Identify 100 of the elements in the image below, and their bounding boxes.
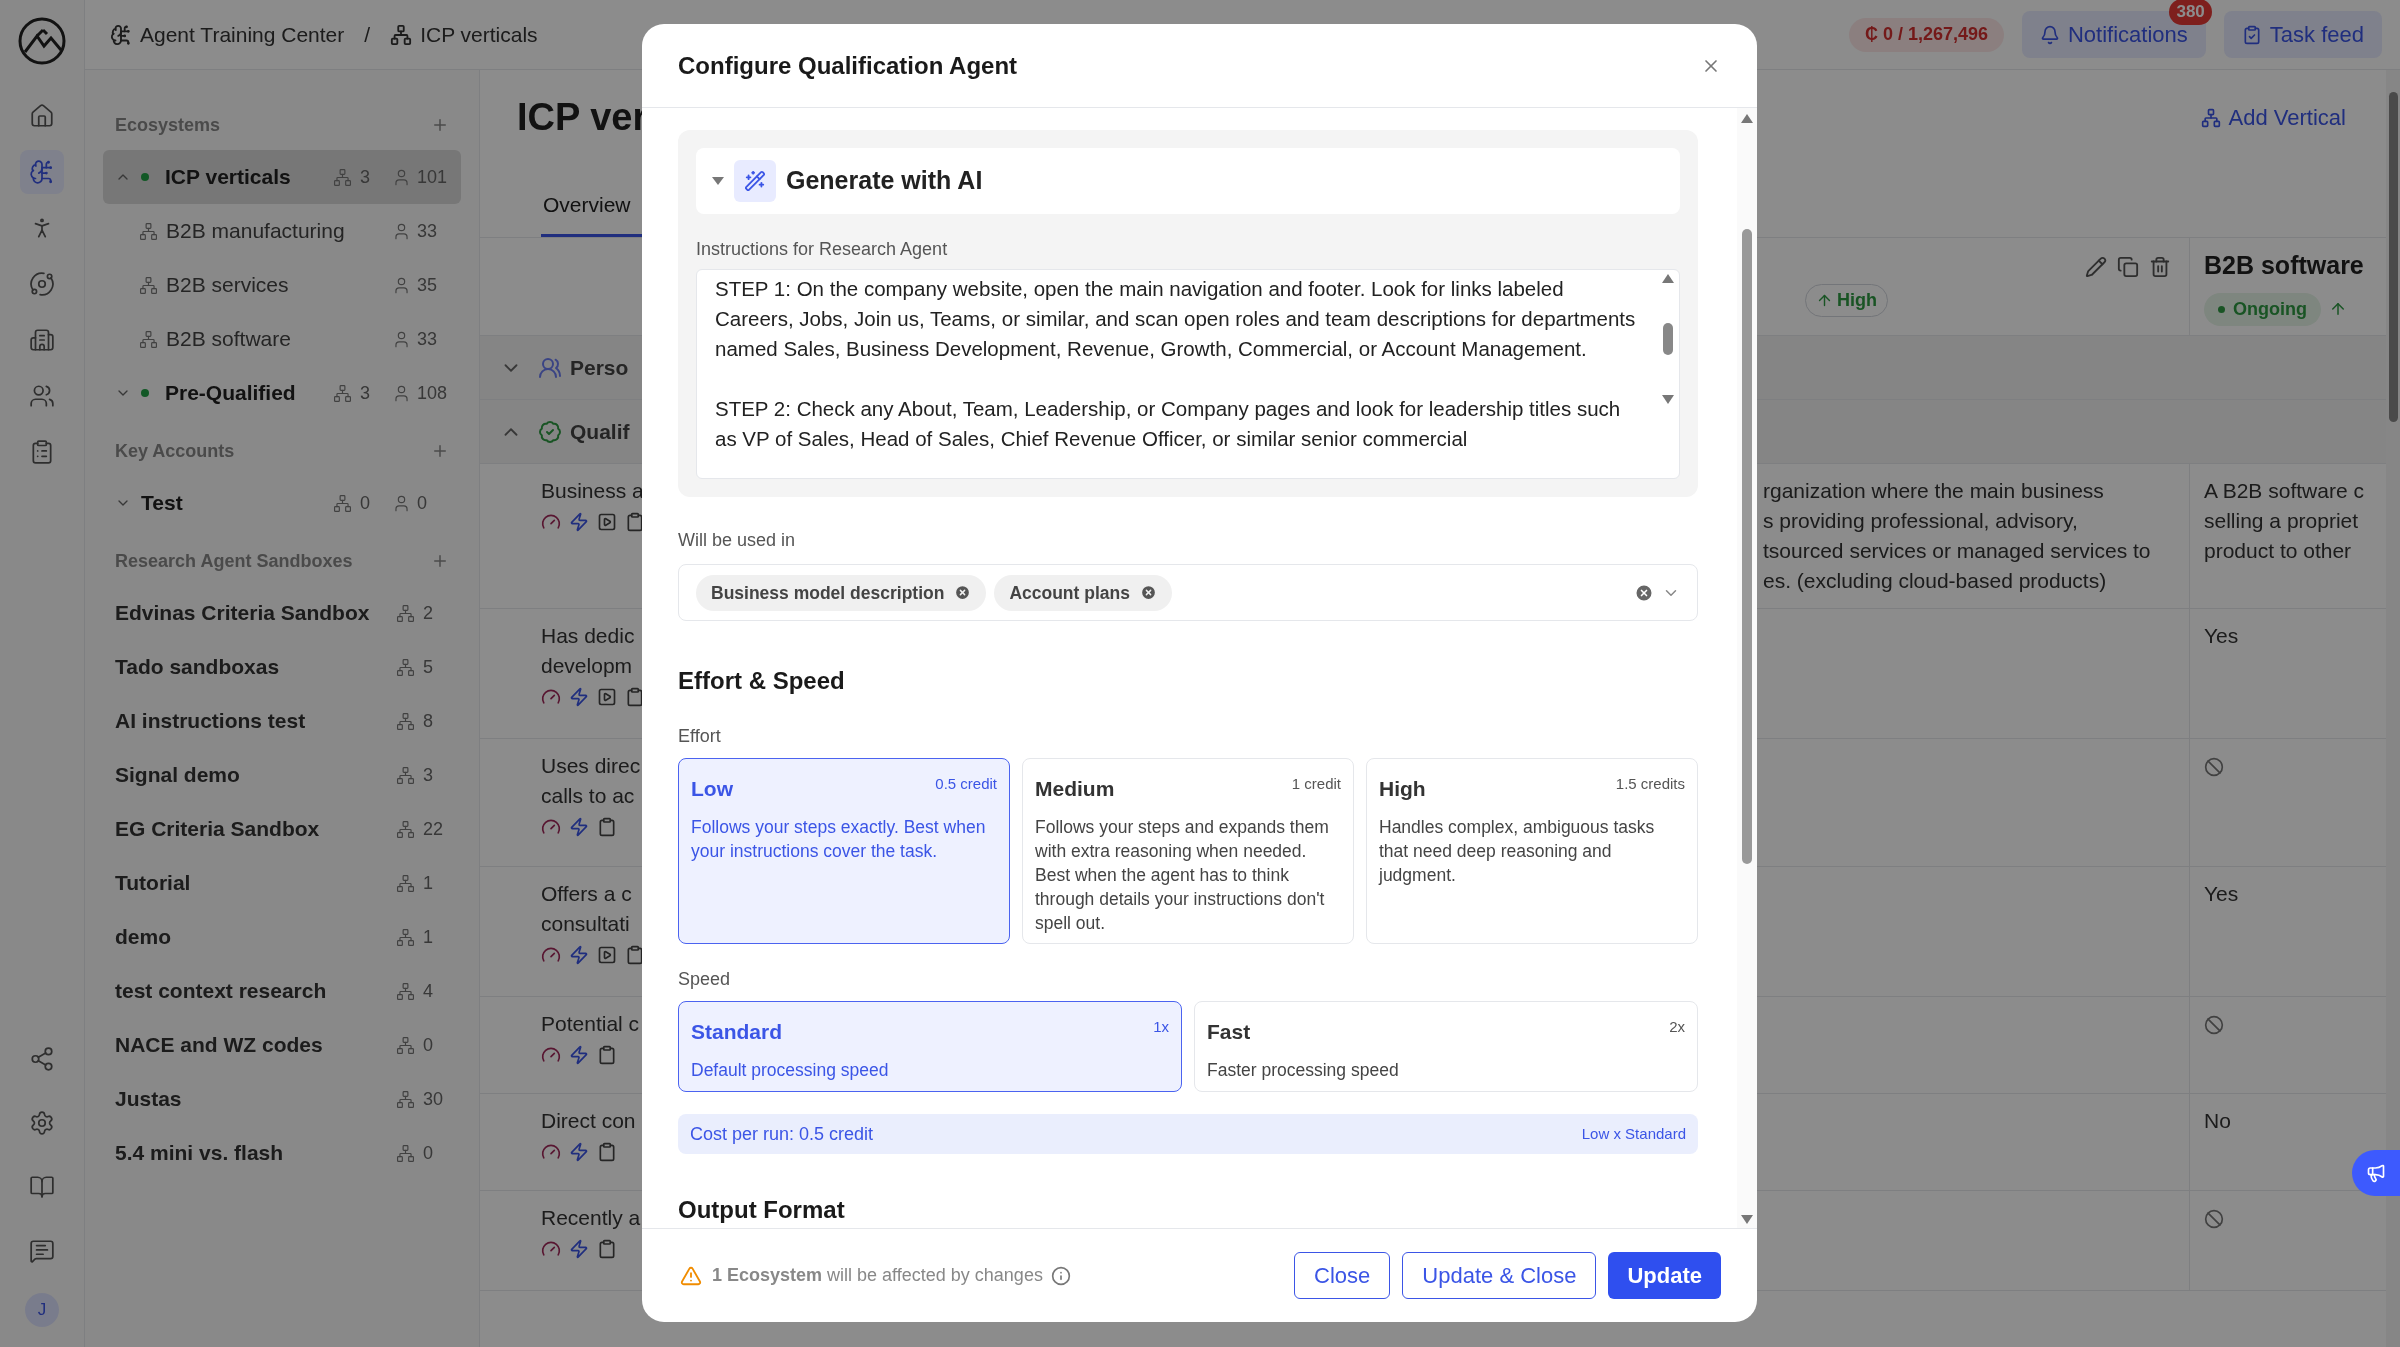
logo-icon[interactable] [17,16,67,66]
trash-icon[interactable] [2149,256,2171,278]
hierarchy-icon [333,167,352,187]
scrollbar-thumb[interactable] [1663,323,1673,355]
gauge-icon[interactable] [541,687,561,707]
selected-chip[interactable]: Account plans [994,574,1172,611]
not-applicable-icon [2204,1209,2224,1229]
sidebar-item[interactable]: ICP verticals 3 101 [103,150,461,204]
scroll-down-arrow-icon[interactable] [1662,395,1674,404]
person-icon [392,383,411,403]
footer-button[interactable]: Update [1608,1252,1721,1299]
group-count: 30 [423,1087,445,1111]
breadcrumb-separator: / [364,21,371,48]
cell-text: selling a propriet [2204,508,2360,534]
hierarchy-icon [139,221,158,241]
item-label: B2B manufacturing [166,218,345,245]
scrollbar-thumb[interactable] [1742,229,1752,864]
brain-icon[interactable] [20,150,64,194]
remove-icon[interactable] [1139,584,1157,602]
hierarchy-icon [396,819,415,839]
option-cost: 1.5 credits [1615,774,1685,795]
option-cost: 0.5 credit [935,774,997,795]
scroll-up-arrow-icon[interactable] [1662,274,1674,283]
edit-icon[interactable] [2085,256,2107,278]
generate-section-header[interactable]: Generate with AI [696,148,1680,214]
bolt-icon[interactable] [569,945,589,965]
sidebar-item[interactable]: B2B services 35 [103,258,461,312]
caret-down-icon [712,177,724,185]
option-card[interactable]: Medium 1 credit Follows your steps and expands them with extra reasoning when needed. Best when the agent has to think through details your instructions don't spell out. [1022,758,1354,945]
group-count: 3 [360,381,371,405]
item-label: ICP verticals [165,164,291,191]
option-description: Handles complex, ambiguous tasks that need deep reasoning and judgment. [1379,816,1656,887]
hierarchy-icon [2200,107,2221,128]
option-card[interactable]: Fast 2x Faster processing speed [1194,1001,1698,1093]
clipboard-icon[interactable] [597,1045,617,1065]
cell-text: es. (excluding cloud-based products) [1763,568,2108,594]
cell-text: No [2204,1108,2232,1134]
gauge-icon[interactable] [541,1239,561,1259]
multi-select-field[interactable]: Business model description Account plans [678,564,1698,622]
clipboard-icon[interactable] [625,945,645,965]
group-count: 22 [423,817,445,841]
people-count: 108 [417,381,449,405]
group-count: 0 [423,1033,434,1057]
bolt-icon[interactable] [569,1239,589,1259]
option-card[interactable]: Low 0.5 credit Follows your steps exactly. Best when your instructions cover the task. [678,758,1010,945]
clipboard-icon[interactable] [597,817,617,837]
bolt-icon[interactable] [569,1142,589,1162]
field-label: Instructions for Research Agent [696,238,949,261]
option-description: Follows your steps and expands them with extra reasoning when needed. Best when the agent has to think through details your instructions don't spell out. [1035,816,1330,935]
megaphone-icon [2366,1163,2386,1183]
remove-icon[interactable] [954,584,972,602]
scroll-up-arrow-icon[interactable] [1741,114,1753,123]
notification-count-badge: 380 [2169,0,2212,25]
sidebar-item[interactable]: B2B software 33 [103,312,461,366]
scroll-down-arrow-icon[interactable] [1741,1215,1753,1224]
cell-text: product to other [2204,538,2353,564]
announcement-button[interactable] [2352,1150,2400,1196]
bolt-icon[interactable] [569,687,589,707]
gauge-icon[interactable] [541,1045,561,1065]
hierarchy-icon [396,765,415,785]
preview-icon[interactable] [597,512,617,532]
option-card[interactable]: High 1.5 credits Handles complex, ambiguous tasks that need deep reasoning and judgment. [1366,758,1698,945]
dialog-title: Configure Qualification Agent [678,50,1018,81]
preview-icon[interactable] [597,945,617,965]
breadcrumb-link[interactable]: ICP verticals [420,18,538,51]
copy-icon[interactable] [2117,256,2139,278]
gauge-icon[interactable] [541,1142,561,1162]
group-count: 4 [423,979,434,1003]
clipboard-icon[interactable] [597,1142,617,1162]
scrollbar-thumb[interactable] [2388,92,2398,422]
gauge-icon[interactable] [541,817,561,837]
people-count: 35 [417,273,439,297]
hierarchy-icon [333,493,352,513]
task-feed-button[interactable]: Task feed [2223,11,2382,58]
clipboard-icon[interactable] [625,687,645,707]
group-count: 1 [423,925,434,949]
preview-icon[interactable] [597,687,617,707]
add-vertical-button[interactable]: Add Vertical [2200,101,2346,134]
instructions-textarea[interactable]: STEP 1: On the company website, open the main navigation and footer. Look for links labeled Careers, Jobs, Join us, Teams, or similar, and scan open roles and team descriptions for departments named Sales, Business Development, Revenue, Growth, Commercial, or Account Management. STEP 2: Check any About, Team, Leadership, or Company pages and look for leadership titles such as VP of Sales, Head of Sales, Chief Revenue Officer, or similar senior commercial [696,269,1680,479]
option-card[interactable]: Standard 1x Default processing speed [678,1001,1182,1093]
breadcrumb-link[interactable]: Agent Training Center [140,18,345,51]
footer-button[interactable]: Update & Close [1402,1252,1597,1299]
people-count: 0 [417,491,428,515]
clipboard-icon[interactable] [597,1239,617,1259]
gauge-icon[interactable] [541,945,561,965]
info-icon[interactable] [1050,1265,1071,1286]
clipboard-icon[interactable] [625,512,645,532]
clear-icon[interactable] [1634,582,1654,603]
bolt-icon[interactable] [569,512,589,532]
footer-button[interactable]: Close [1294,1252,1391,1299]
column-title: B2B software [2204,250,2365,282]
sidebar-item[interactable]: B2B manufacturing 33 [103,204,461,258]
credits-badge: ₵ 0 / 1,267,496 [1848,17,2004,52]
gauge-icon[interactable] [541,512,561,532]
item-label: Tado sandboxas [115,654,280,681]
selected-chip[interactable]: Business model description [696,574,987,611]
bolt-icon[interactable] [569,817,589,837]
user-avatar[interactable]: J [25,1293,59,1327]
bolt-icon[interactable] [569,1045,589,1065]
section-title: Ecosystems [115,113,221,137]
